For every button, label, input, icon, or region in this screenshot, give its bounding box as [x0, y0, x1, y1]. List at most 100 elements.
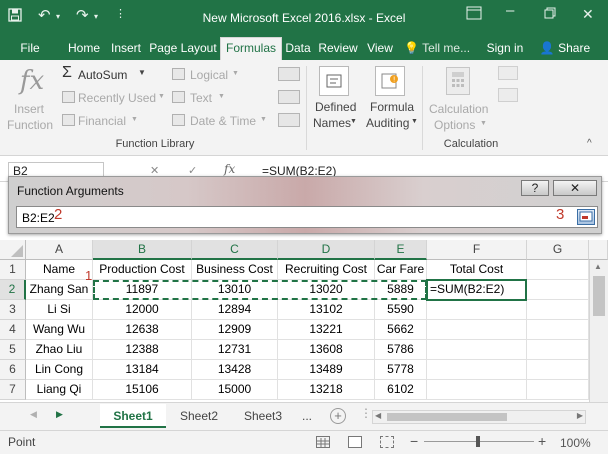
sheet-tab-sheet2[interactable]: Sheet2 [170, 404, 228, 428]
close-icon[interactable]: ✕ [582, 6, 594, 23]
tab-file[interactable]: File [0, 38, 60, 60]
zoom-level[interactable]: 100% [560, 436, 591, 450]
row-header-1[interactable]: 1 [0, 260, 26, 280]
math-trig-icon[interactable] [278, 90, 300, 104]
cell-c7[interactable]: 15000 [192, 380, 278, 400]
cell-a7[interactable]: Liang Qi [26, 380, 93, 400]
cell-g2[interactable] [527, 280, 589, 300]
autosum-dropdown-icon[interactable]: ▼ [138, 68, 146, 77]
vertical-scroll-thumb[interactable] [593, 276, 605, 316]
scroll-sheets-left-icon[interactable]: ◀ [30, 409, 37, 420]
cell-b7[interactable]: 15106 [93, 380, 192, 400]
financial-dropdown-icon[interactable]: ▼ [131, 116, 138, 123]
sign-in-link[interactable]: Sign in [482, 38, 528, 60]
tab-insert[interactable]: Insert [106, 38, 146, 60]
column-header-f[interactable]: F [427, 240, 527, 260]
tab-data[interactable]: Data [282, 38, 314, 60]
collapse-ribbon-icon[interactable]: ^ [587, 138, 592, 149]
date-time-button[interactable]: Date & Time [190, 114, 256, 128]
cell-d6[interactable]: 13489 [278, 360, 375, 380]
calculation-options-label-1[interactable]: Calculation [429, 102, 488, 116]
dialog-close-button[interactable]: ✕ [553, 180, 597, 196]
cell-a6[interactable]: Lin Cong [26, 360, 93, 380]
cell-f6[interactable] [427, 360, 527, 380]
tab-page-layout[interactable]: Page Layout [146, 38, 220, 60]
cell-d1[interactable]: Recruiting Cost [278, 260, 375, 280]
normal-view-icon[interactable] [316, 436, 330, 448]
share-button[interactable]: 👤 Share [532, 38, 598, 60]
tell-me-box[interactable]: 💡 Tell me... [404, 38, 480, 60]
cell-b6[interactable]: 13184 [93, 360, 192, 380]
cell-c4[interactable]: 12909 [192, 320, 278, 340]
scroll-left-icon[interactable]: ◀ [375, 411, 381, 420]
calculation-options-dropdown-icon[interactable]: ▼ [480, 120, 487, 127]
zoom-out-button[interactable]: − [410, 433, 418, 449]
insert-function-icon[interactable]: fx [14, 64, 50, 98]
cell-g1[interactable] [527, 260, 589, 280]
cell-g7[interactable] [527, 380, 589, 400]
defined-names-icon[interactable] [319, 66, 349, 96]
financial-button[interactable]: Financial [78, 114, 126, 128]
minimize-icon[interactable]: – [506, 2, 514, 19]
cell-e6[interactable]: 5778 [375, 360, 427, 380]
cell-f7[interactable] [427, 380, 527, 400]
tab-view[interactable]: View [362, 38, 398, 60]
column-header-b[interactable]: B [93, 240, 192, 260]
zoom-slider-thumb[interactable] [476, 436, 480, 447]
cell-c1[interactable]: Business Cost [192, 260, 278, 280]
scroll-up-icon[interactable]: ▲ [594, 262, 602, 271]
zoom-in-button[interactable]: + [538, 433, 546, 449]
logical-dropdown-icon[interactable]: ▼ [232, 70, 239, 77]
date-time-dropdown-icon[interactable]: ▼ [260, 116, 267, 123]
row-header-4[interactable]: 4 [0, 320, 26, 340]
column-header-a[interactable]: A [26, 240, 93, 260]
cell-a5[interactable]: Zhao Liu [26, 340, 93, 360]
cell-e3[interactable]: 5590 [375, 300, 427, 320]
cell-a1[interactable]: Name [26, 260, 93, 280]
more-sheets-button[interactable]: ... [296, 404, 318, 428]
formula-auditing-label-2[interactable]: Auditing [366, 116, 409, 130]
select-all-corner[interactable] [0, 240, 26, 260]
cell-f1[interactable]: Total Cost [427, 260, 527, 280]
calculate-sheet-icon[interactable] [498, 88, 518, 102]
restore-icon[interactable] [544, 6, 556, 23]
sheet-tab-sheet3[interactable]: Sheet3 [234, 404, 292, 428]
row-header-5[interactable]: 5 [0, 340, 26, 360]
formula-auditing-dropdown-icon[interactable]: ▼ [411, 118, 418, 125]
column-header-d[interactable]: D [278, 240, 375, 260]
cell-g6[interactable] [527, 360, 589, 380]
text-dropdown-icon[interactable]: ▼ [218, 93, 225, 100]
calculate-now-icon[interactable] [498, 66, 518, 80]
column-header-c[interactable]: C [192, 240, 278, 260]
cell-b3[interactable]: 12000 [93, 300, 192, 320]
scroll-right-icon[interactable]: ▶ [577, 411, 583, 420]
page-break-view-icon[interactable] [380, 436, 394, 448]
calculation-options-label-2[interactable]: Options [434, 118, 475, 132]
tab-home[interactable]: Home [62, 38, 106, 60]
expand-dialog-icon[interactable] [577, 209, 595, 225]
sheet-tab-sheet1[interactable]: Sheet1 [100, 404, 166, 428]
tab-formulas[interactable]: Formulas [220, 37, 282, 61]
cell-e4[interactable]: 5662 [375, 320, 427, 340]
cell-e1[interactable]: Car Fare [375, 260, 427, 280]
horizontal-scroll-thumb[interactable] [387, 413, 507, 421]
cell-c5[interactable]: 12731 [192, 340, 278, 360]
lookup-reference-icon[interactable] [278, 67, 300, 81]
cell-d7[interactable]: 13218 [278, 380, 375, 400]
row-header-6[interactable]: 6 [0, 360, 26, 380]
column-header-g[interactable]: G [527, 240, 589, 260]
text-button[interactable]: Text [190, 91, 212, 105]
formula-auditing-label-1[interactable]: Formula [370, 100, 414, 114]
cell-d5[interactable]: 13608 [278, 340, 375, 360]
cell-b4[interactable]: 12638 [93, 320, 192, 340]
recently-used-dropdown-icon[interactable]: ▼ [158, 93, 165, 100]
cell-g3[interactable] [527, 300, 589, 320]
cell-f5[interactable] [427, 340, 527, 360]
cell-e5[interactable]: 5786 [375, 340, 427, 360]
row-header-7[interactable]: 7 [0, 380, 26, 400]
ribbon-display-options-icon[interactable] [466, 6, 482, 24]
cell-a3[interactable]: Li Si [26, 300, 93, 320]
cell-d4[interactable]: 13221 [278, 320, 375, 340]
row-header-3[interactable]: 3 [0, 300, 26, 320]
recently-used-button[interactable]: Recently Used [78, 91, 156, 105]
